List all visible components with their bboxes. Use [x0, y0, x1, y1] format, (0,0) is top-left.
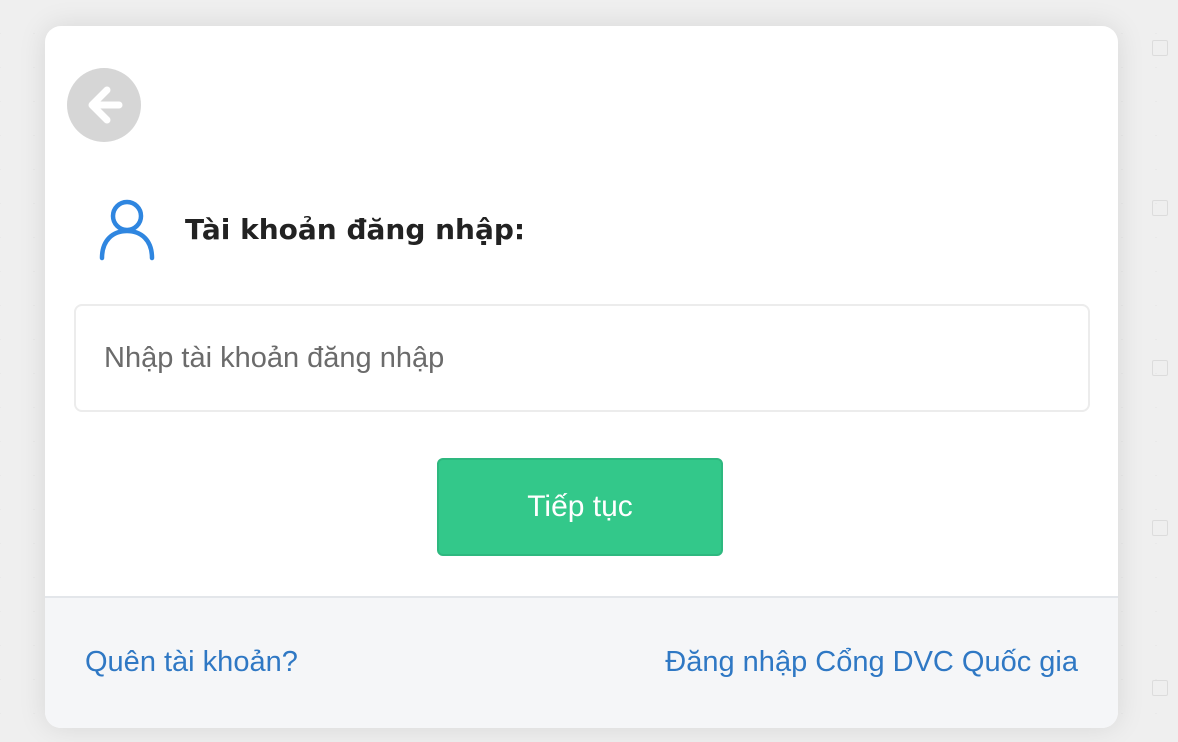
back-button[interactable]: [67, 68, 141, 142]
account-label: Tài khoản đăng nhập:: [185, 212, 526, 246]
card-footer: Quên tài khoản? Đăng nhập Cổng DVC Quốc …: [45, 596, 1118, 728]
account-label-row: Tài khoản đăng nhập:: [97, 196, 525, 262]
forgot-account-link[interactable]: Quên tài khoản?: [85, 646, 298, 679]
national-portal-login-link[interactable]: Đăng nhập Cổng DVC Quốc gia: [665, 646, 1078, 679]
background-pattern-mark: [1152, 40, 1168, 56]
user-icon: [97, 196, 157, 262]
username-input[interactable]: [74, 304, 1090, 412]
background-pattern-mark: [1152, 520, 1168, 536]
background-pattern-mark: [1152, 200, 1168, 216]
background-pattern-mark: [1152, 680, 1168, 696]
background-pattern-mark: [1152, 360, 1168, 376]
login-card: Tài khoản đăng nhập: Tiếp tục Quên tài k…: [45, 26, 1118, 728]
arrow-left-circle-icon: [88, 86, 123, 124]
continue-button[interactable]: Tiếp tục: [437, 458, 723, 556]
